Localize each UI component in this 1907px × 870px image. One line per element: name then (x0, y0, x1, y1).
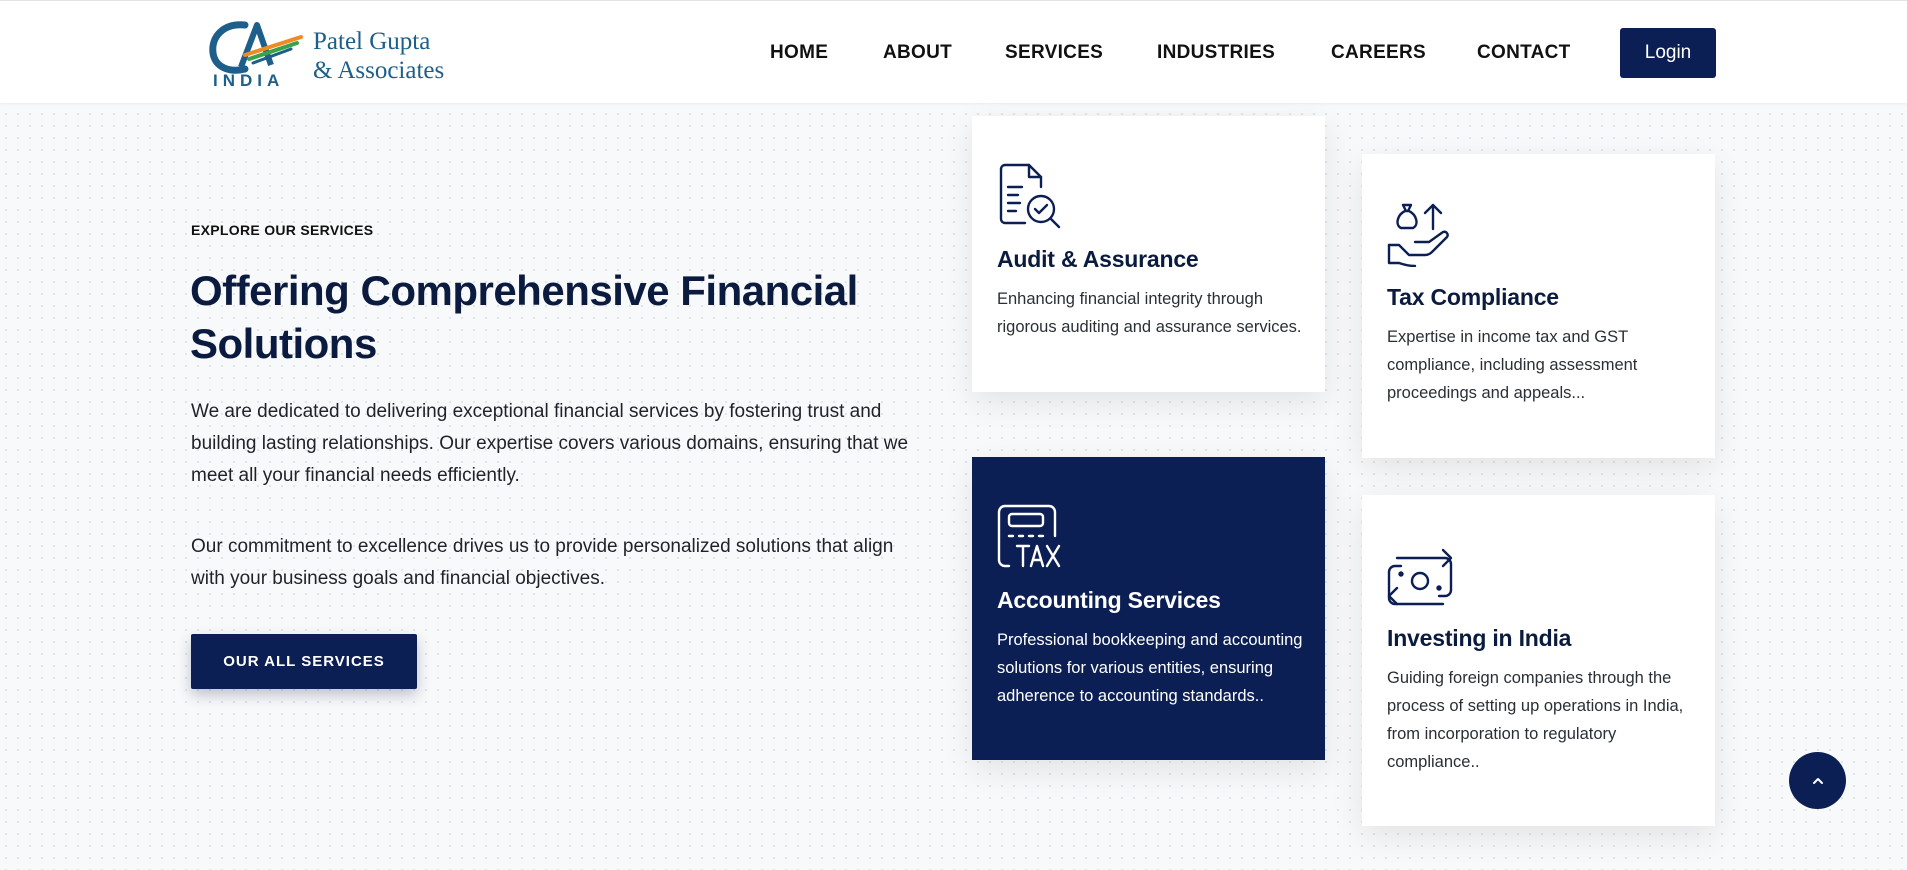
login-button[interactable]: Login (1620, 28, 1716, 78)
tax-calculator-icon (997, 504, 1061, 568)
site-header: INDIA Patel Gupta & Associates HOME ABOU… (0, 0, 1907, 103)
logo-india-text: INDIA (213, 71, 285, 90)
logo-line-2: & Associates (313, 57, 445, 84)
logo-line-1: Patel Gupta (313, 28, 431, 55)
service-card-tax-compliance[interactable]: Tax Compliance Expertise in income tax a… (1362, 154, 1715, 458)
service-title: Accounting Services (997, 587, 1221, 613)
money-bag-hand-icon (1387, 203, 1449, 267)
nav-home[interactable]: HOME (770, 42, 828, 64)
intro-paragraph-1: We are dedicated to delivering exception… (191, 401, 909, 486)
audit-document-check-icon (999, 163, 1061, 229)
scroll-to-top-button[interactable] (1789, 752, 1846, 809)
intro-paragraph-2: Our commitment to excellence drives us t… (191, 536, 894, 589)
all-services-button[interactable]: OUR ALL SERVICES (191, 634, 417, 689)
nav-contact[interactable]: CONTACT (1477, 42, 1571, 64)
service-card-investing[interactable]: Investing in India Guiding foreign compa… (1362, 495, 1715, 826)
section-headline: Offering Comprehensive Financial Solutio… (190, 267, 858, 367)
nav-careers[interactable]: CAREERS (1331, 42, 1426, 64)
nav-about[interactable]: ABOUT (883, 42, 952, 64)
nav-services[interactable]: SERVICES (1005, 42, 1103, 64)
service-title: Investing in India (1387, 625, 1572, 651)
service-card-audit[interactable]: Audit & Assurance Enhancing financial in… (972, 116, 1325, 392)
service-description: Guiding foreign companies through the pr… (1387, 669, 1684, 771)
money-exchange-icon (1387, 548, 1453, 606)
chevron-up-icon (1812, 777, 1823, 784)
service-title: Audit & Assurance (997, 246, 1199, 272)
nav-industries[interactable]: INDUSTRIES (1157, 42, 1275, 64)
service-title: Tax Compliance (1387, 284, 1559, 310)
company-logo[interactable]: INDIA Patel Gupta & Associates (205, 15, 465, 93)
logo-company-name: Patel Gupta & Associates (313, 27, 444, 85)
service-card-accounting[interactable]: Accounting Services Professional bookkee… (972, 457, 1325, 760)
section-eyebrow: EXPLORE OUR SERVICES (191, 222, 374, 238)
service-description: Expertise in income tax and GST complian… (1387, 328, 1638, 402)
service-description: Professional bookkeeping and accounting … (997, 631, 1303, 705)
service-description: Enhancing financial integrity through ri… (997, 290, 1302, 336)
